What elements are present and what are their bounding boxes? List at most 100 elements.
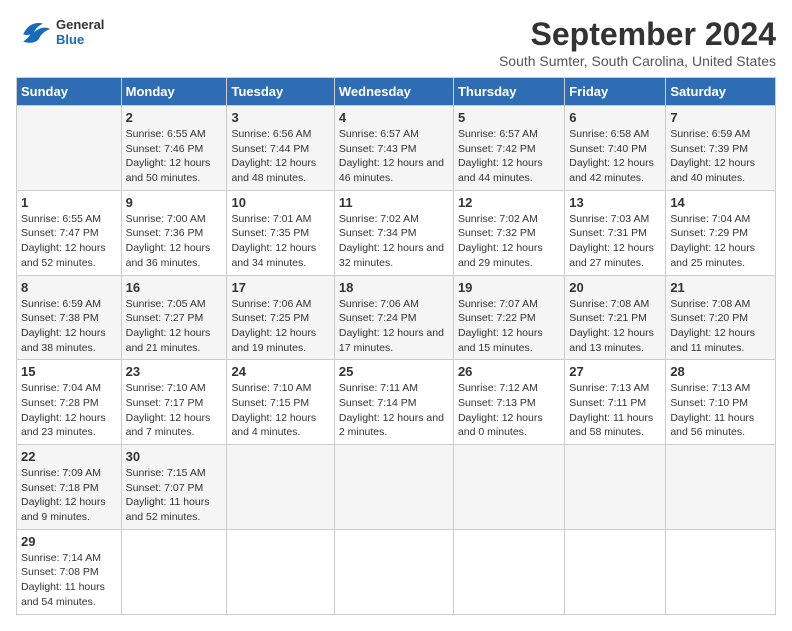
day-number: 24 xyxy=(231,364,329,379)
day-info: Sunrise: 7:13 AMSunset: 7:11 PMDaylight:… xyxy=(569,381,661,440)
calendar-cell: 19 Sunrise: 7:07 AMSunset: 7:22 PMDayligh… xyxy=(453,275,564,360)
day-number: 13 xyxy=(569,195,661,210)
day-number: 6 xyxy=(569,110,661,125)
day-info: Sunrise: 7:02 AMSunset: 7:32 PMDaylight:… xyxy=(458,212,560,271)
column-header-tuesday: Tuesday xyxy=(227,78,334,106)
day-info: Sunrise: 7:08 AMSunset: 7:21 PMDaylight:… xyxy=(569,297,661,356)
calendar-cell xyxy=(666,529,776,614)
logo-text: General Blue xyxy=(56,17,104,47)
calendar-cell: 10Sunrise: 7:01 AMSunset: 7:35 PMDayligh… xyxy=(227,190,334,275)
calendar-cell: 23 Sunrise: 7:10 AMSunset: 7:17 PMDayligh… xyxy=(121,360,227,445)
calendar-cell: 28Sunrise: 7:13 AMSunset: 7:10 PMDayligh… xyxy=(666,360,776,445)
day-number: 17 xyxy=(231,280,329,295)
calendar-cell: 17 Sunrise: 7:06 AMSunset: 7:25 PMDayligh… xyxy=(227,275,334,360)
calendar-table: SundayMondayTuesdayWednesdayThursdayFrid… xyxy=(16,77,776,615)
day-info: Sunrise: 7:10 AMSunset: 7:15 PMDaylight:… xyxy=(231,381,329,440)
calendar-cell xyxy=(17,106,122,191)
column-header-friday: Friday xyxy=(565,78,666,106)
calendar-cell: 29 Sunrise: 7:14 AMSunset: 7:08 PMDayligh… xyxy=(17,529,122,614)
day-number: 25 xyxy=(339,364,449,379)
day-info: Sunrise: 6:57 AMSunset: 7:42 PMDaylight:… xyxy=(458,127,560,186)
calendar-cell: 4 Sunrise: 6:57 AMSunset: 7:43 PMDaylight… xyxy=(334,106,453,191)
calendar-week-6: 29 Sunrise: 7:14 AMSunset: 7:08 PMDayligh… xyxy=(17,529,776,614)
calendar-cell: 8Sunrise: 6:59 AMSunset: 7:38 PMDaylight… xyxy=(17,275,122,360)
day-number: 19 xyxy=(458,280,560,295)
day-info: Sunrise: 7:15 AMSunset: 7:07 PMDaylight:… xyxy=(126,466,223,525)
day-info: Sunrise: 6:59 AMSunset: 7:38 PMDaylight:… xyxy=(21,297,117,356)
calendar-cell xyxy=(666,445,776,530)
day-number: 29 xyxy=(21,534,117,549)
day-number: 1 xyxy=(21,195,117,210)
day-number: 30 xyxy=(126,449,223,464)
day-info: Sunrise: 7:10 AMSunset: 7:17 PMDaylight:… xyxy=(126,381,223,440)
day-number: 20 xyxy=(569,280,661,295)
day-info: Sunrise: 7:08 AMSunset: 7:20 PMDaylight:… xyxy=(670,297,771,356)
logo-icon xyxy=(16,16,52,48)
calendar-week-2: 1 Sunrise: 6:55 AMSunset: 7:47 PMDaylight… xyxy=(17,190,776,275)
header: General Blue September 2024 South Sumter… xyxy=(16,16,776,69)
day-info: Sunrise: 7:09 AMSunset: 7:18 PMDaylight:… xyxy=(21,466,117,525)
day-number: 26 xyxy=(458,364,560,379)
calendar-cell xyxy=(565,529,666,614)
calendar-week-1: 2Sunrise: 6:55 AMSunset: 7:46 PMDaylight… xyxy=(17,106,776,191)
day-info: Sunrise: 6:57 AMSunset: 7:43 PMDaylight:… xyxy=(339,127,449,186)
calendar-cell xyxy=(565,445,666,530)
day-info: Sunrise: 6:59 AMSunset: 7:39 PMDaylight:… xyxy=(670,127,771,186)
calendar-cell: 6 Sunrise: 6:58 AMSunset: 7:40 PMDaylight… xyxy=(565,106,666,191)
day-info: Sunrise: 7:06 AMSunset: 7:24 PMDaylight:… xyxy=(339,297,449,356)
day-info: Sunrise: 7:12 AMSunset: 7:13 PMDaylight:… xyxy=(458,381,560,440)
day-info: Sunrise: 7:14 AMSunset: 7:08 PMDaylight:… xyxy=(21,551,117,610)
calendar-cell xyxy=(121,529,227,614)
day-number: 15 xyxy=(21,364,117,379)
calendar-cell: 30 Sunrise: 7:15 AMSunset: 7:07 PMDayligh… xyxy=(121,445,227,530)
day-number: 23 xyxy=(126,364,223,379)
calendar-week-5: 22 Sunrise: 7:09 AMSunset: 7:18 PMDayligh… xyxy=(17,445,776,530)
calendar-cell: 14 Sunrise: 7:04 AMSunset: 7:29 PMDayligh… xyxy=(666,190,776,275)
calendar-cell: 24 Sunrise: 7:10 AMSunset: 7:15 PMDayligh… xyxy=(227,360,334,445)
day-info: Sunrise: 7:01 AMSunset: 7:35 PMDaylight:… xyxy=(231,212,329,271)
day-info: Sunrise: 6:55 AMSunset: 7:47 PMDaylight:… xyxy=(21,212,117,271)
calendar-cell: 3Sunrise: 6:56 AMSunset: 7:44 PMDaylight… xyxy=(227,106,334,191)
day-info: Sunrise: 7:02 AMSunset: 7:34 PMDaylight:… xyxy=(339,212,449,271)
calendar-cell: 9Sunrise: 7:00 AMSunset: 7:36 PMDaylight… xyxy=(121,190,227,275)
calendar-cell: 26 Sunrise: 7:12 AMSunset: 7:13 PMDayligh… xyxy=(453,360,564,445)
calendar-cell: 21 Sunrise: 7:08 AMSunset: 7:20 PMDayligh… xyxy=(666,275,776,360)
column-header-saturday: Saturday xyxy=(666,78,776,106)
calendar-cell: 22 Sunrise: 7:09 AMSunset: 7:18 PMDayligh… xyxy=(17,445,122,530)
day-number: 27 xyxy=(569,364,661,379)
day-info: Sunrise: 6:58 AMSunset: 7:40 PMDaylight:… xyxy=(569,127,661,186)
calendar-cell xyxy=(453,529,564,614)
day-info: Sunrise: 6:56 AMSunset: 7:44 PMDaylight:… xyxy=(231,127,329,186)
day-info: Sunrise: 7:04 AMSunset: 7:28 PMDaylight:… xyxy=(21,381,117,440)
calendar-cell: 16 Sunrise: 7:05 AMSunset: 7:27 PMDayligh… xyxy=(121,275,227,360)
column-header-wednesday: Wednesday xyxy=(334,78,453,106)
day-number: 7 xyxy=(670,110,771,125)
day-info: Sunrise: 7:03 AMSunset: 7:31 PMDaylight:… xyxy=(569,212,661,271)
day-info: Sunrise: 7:00 AMSunset: 7:36 PMDaylight:… xyxy=(126,212,223,271)
calendar-cell: 27 Sunrise: 7:13 AMSunset: 7:11 PMDayligh… xyxy=(565,360,666,445)
calendar-cell: 13 Sunrise: 7:03 AMSunset: 7:31 PMDayligh… xyxy=(565,190,666,275)
day-number: 11 xyxy=(339,195,449,210)
title-area: September 2024 South Sumter, South Carol… xyxy=(499,16,776,69)
calendar-cell: 5 Sunrise: 6:57 AMSunset: 7:42 PMDaylight… xyxy=(453,106,564,191)
calendar-cell: 15 Sunrise: 7:04 AMSunset: 7:28 PMDayligh… xyxy=(17,360,122,445)
day-info: Sunrise: 7:06 AMSunset: 7:25 PMDaylight:… xyxy=(231,297,329,356)
page-title: September 2024 xyxy=(499,16,776,53)
calendar-cell: 12Sunrise: 7:02 AMSunset: 7:32 PMDayligh… xyxy=(453,190,564,275)
calendar-cell xyxy=(453,445,564,530)
day-number: 21 xyxy=(670,280,771,295)
day-number: 4 xyxy=(339,110,449,125)
calendar-cell: 25 Sunrise: 7:11 AMSunset: 7:14 PMDayligh… xyxy=(334,360,453,445)
day-info: Sunrise: 7:04 AMSunset: 7:29 PMDaylight:… xyxy=(670,212,771,271)
calendar-week-4: 15 Sunrise: 7:04 AMSunset: 7:28 PMDayligh… xyxy=(17,360,776,445)
day-number: 22 xyxy=(21,449,117,464)
calendar-cell xyxy=(227,529,334,614)
day-info: Sunrise: 7:05 AMSunset: 7:27 PMDaylight:… xyxy=(126,297,223,356)
day-info: Sunrise: 7:07 AMSunset: 7:22 PMDaylight:… xyxy=(458,297,560,356)
day-number: 16 xyxy=(126,280,223,295)
day-info: Sunrise: 7:11 AMSunset: 7:14 PMDaylight:… xyxy=(339,381,449,440)
day-number: 14 xyxy=(670,195,771,210)
day-number: 5 xyxy=(458,110,560,125)
calendar-week-3: 8Sunrise: 6:59 AMSunset: 7:38 PMDaylight… xyxy=(17,275,776,360)
column-header-sunday: Sunday xyxy=(17,78,122,106)
